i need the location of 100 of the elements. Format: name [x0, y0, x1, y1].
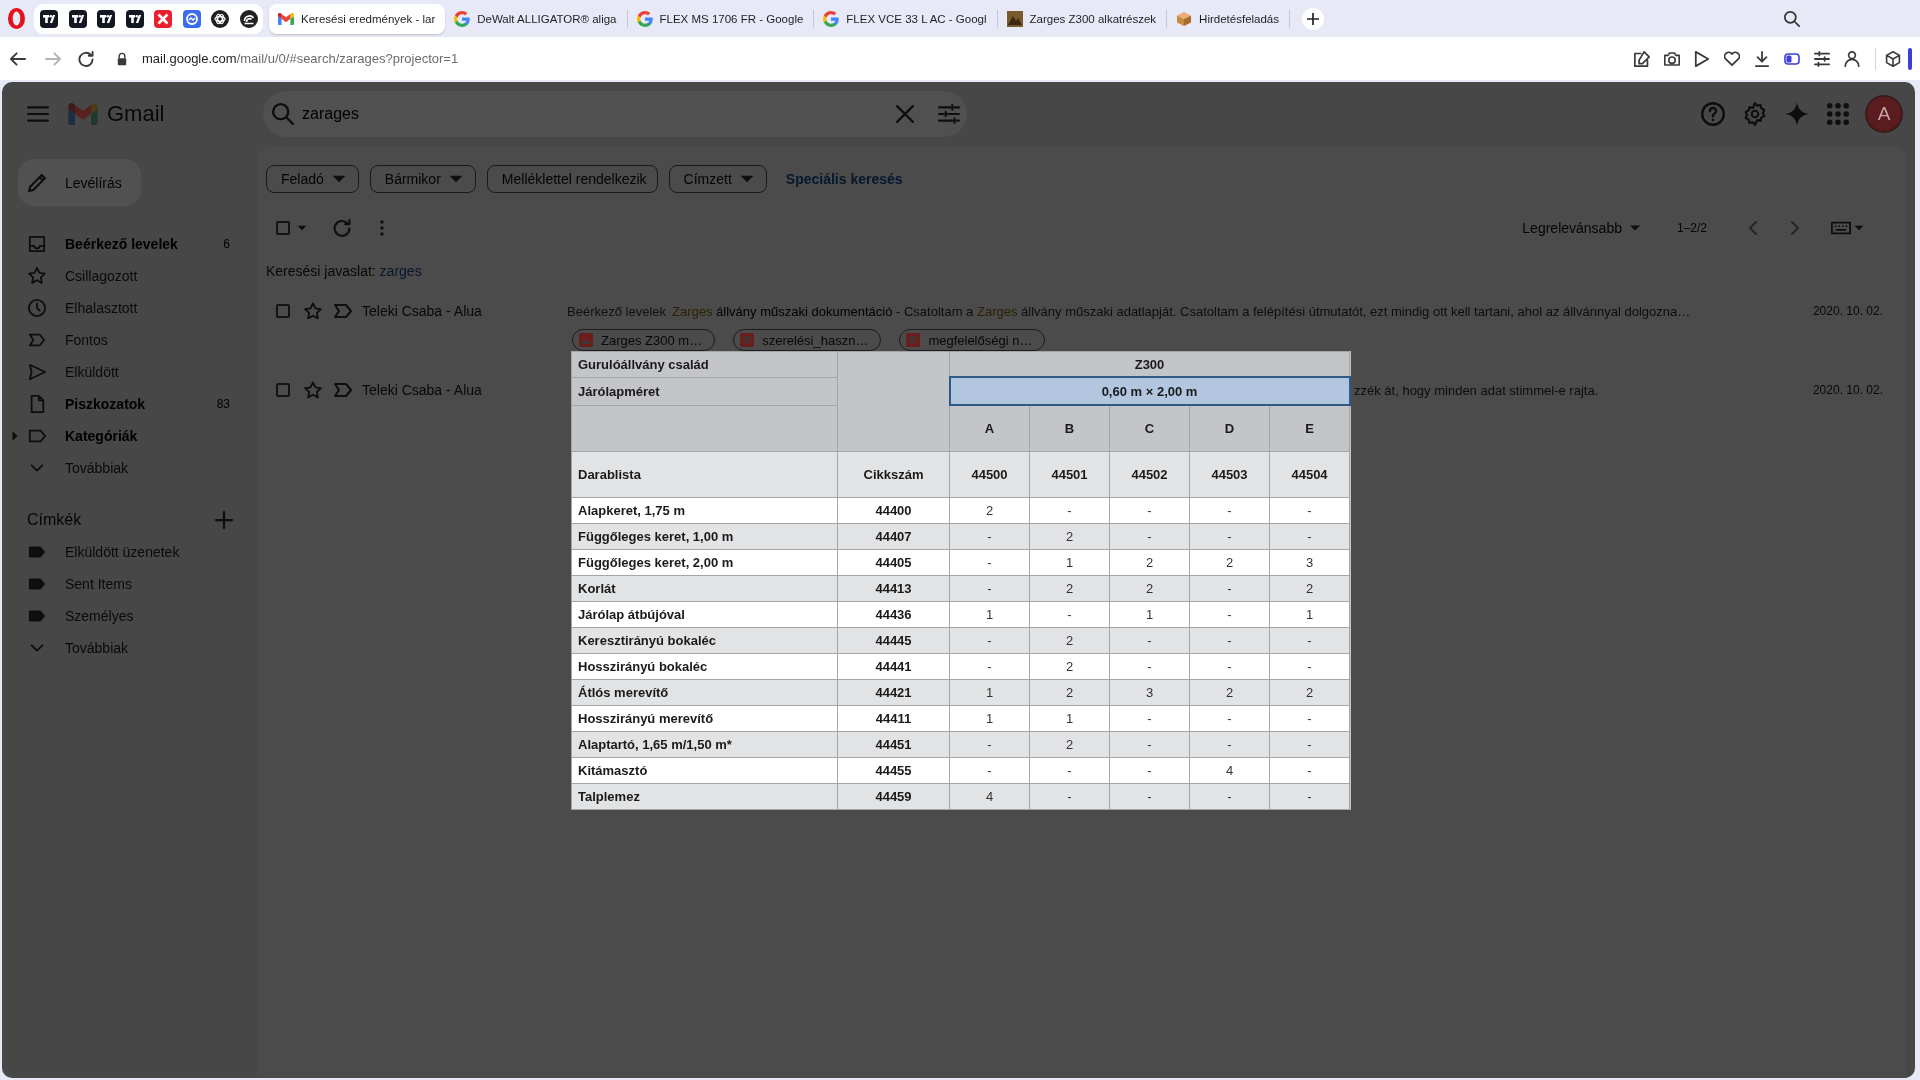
nav-item[interactable]: Elküldött — [2, 356, 242, 388]
table-cell: - — [1189, 497, 1270, 524]
back-icon[interactable] — [10, 50, 26, 67]
filter-chip[interactable]: Címzett — [668, 165, 767, 193]
square-logo-icon[interactable] — [97, 9, 115, 28]
browser-tab[interactable]: FLEX MS 1706 FR - Google — [627, 9, 815, 28]
column-header: 44503 — [1189, 451, 1270, 498]
nav-item[interactable]: Csillagozott — [2, 260, 242, 292]
label-item[interactable]: Elküldött üzenetek — [2, 536, 242, 568]
table-cell: - — [1109, 627, 1190, 654]
arc-logo-icon[interactable] — [239, 9, 258, 28]
battery-icon[interactable] — [1784, 50, 1800, 67]
email-sender: Teleki Csaba - Alua — [362, 382, 483, 398]
table-cell: - — [1189, 731, 1270, 758]
arrow-label-icon[interactable] — [334, 302, 352, 320]
close-icon[interactable] — [896, 105, 914, 123]
sort-dropdown[interactable]: Legrelevánsabb — [1522, 220, 1642, 236]
label-icon — [28, 427, 46, 445]
sparkle-icon[interactable] — [1785, 102, 1809, 126]
menu-icon[interactable] — [27, 103, 49, 125]
part-number: 44407 — [837, 523, 950, 550]
checkbox[interactable] — [276, 383, 290, 397]
nav-item[interactable]: Kategóriák — [2, 420, 242, 452]
row-header: Hosszirányú merevítő — [571, 705, 838, 732]
star-icon[interactable] — [304, 381, 322, 399]
filter-chip[interactable]: Melléklettel rendelkezik — [486, 165, 658, 193]
forward-icon[interactable] — [45, 50, 61, 67]
arrow-label-icon — [28, 331, 46, 349]
checkbox[interactable] — [276, 304, 290, 318]
send-icon — [28, 363, 46, 381]
arrow-label-icon[interactable] — [334, 381, 352, 399]
download-icon[interactable] — [1754, 50, 1770, 67]
star-icon[interactable] — [304, 302, 322, 320]
nav-item[interactable]: Piszkozatok 83 — [2, 388, 242, 420]
table-cell: 2 — [1109, 549, 1190, 576]
address-field[interactable]: mail.google.com/mail/u/0/#search/zarages?projector=1 — [142, 51, 459, 66]
help-icon[interactable] — [1701, 102, 1725, 126]
label-item[interactable]: Továbbiak — [2, 632, 242, 664]
heart-icon[interactable] — [1724, 50, 1740, 67]
square-logo-icon[interactable] — [125, 9, 144, 28]
image-file-icon — [579, 333, 593, 347]
play-icon[interactable] — [1694, 50, 1710, 67]
edit-icon[interactable] — [1634, 50, 1650, 67]
google-logo-icon — [454, 10, 471, 27]
person-icon[interactable] — [1844, 50, 1860, 67]
filter-chip[interactable]: Bármikor — [369, 165, 476, 193]
table-cell: 4 — [1189, 757, 1270, 784]
browser-tab[interactable]: FLEX VCE 33 L AC - Googl — [814, 9, 998, 28]
table-cell: - — [1189, 601, 1270, 628]
row-header: Talplemez — [571, 783, 838, 810]
nav-item[interactable]: Beérkező levelek 6 — [2, 228, 242, 260]
knot-logo-icon[interactable] — [211, 9, 229, 28]
square-logo-icon[interactable] — [40, 9, 58, 28]
browser-tab[interactable]: Zarges Z300 alkatrészek — [997, 9, 1168, 28]
lock-icon — [115, 51, 129, 66]
table-cell: 3 — [1109, 679, 1190, 706]
table-cell: - — [1189, 653, 1270, 680]
nav-item[interactable]: Továbbiak — [2, 452, 242, 484]
table-cell: 1 — [1269, 601, 1350, 628]
reload-icon[interactable] — [78, 50, 94, 67]
expand-caret-icon[interactable] — [12, 431, 18, 441]
vertical-bar-icon[interactable] — [1908, 47, 1912, 70]
filter-icon[interactable] — [938, 103, 960, 125]
square-logo-icon[interactable] — [68, 9, 87, 28]
cross-logo-icon[interactable] — [154, 9, 172, 28]
plus-icon[interactable] — [215, 511, 233, 529]
table-cell: - — [1109, 757, 1190, 784]
apps-icon[interactable] — [1827, 103, 1849, 125]
table-cell: - — [1269, 627, 1350, 654]
row-header: Hosszirányú bokaléc — [571, 653, 838, 680]
settings-icon[interactable] — [1743, 102, 1767, 126]
label-item[interactable]: Személyes — [2, 600, 242, 632]
compose-button[interactable]: Levélírás — [18, 159, 141, 206]
page-range: 1–2/2 — [1676, 221, 1707, 235]
column-header: D — [1189, 405, 1270, 452]
table-cell: - — [949, 523, 1030, 550]
camera-icon[interactable] — [1664, 50, 1680, 67]
nav-item[interactable]: Elhalasztott — [2, 292, 242, 324]
opera-logo-icon[interactable] — [8, 8, 25, 29]
advanced-search-link[interactable]: Speciális keresés — [785, 171, 903, 187]
table-cell: 2 — [1109, 575, 1190, 602]
cube-icon[interactable] — [1885, 50, 1901, 67]
filter-chip[interactable]: Feladó — [266, 165, 359, 193]
search-icon[interactable] — [1784, 10, 1800, 27]
suggestion-link[interactable]: zarges — [379, 263, 422, 279]
row-header: Alapkeret, 1,75 m — [571, 497, 838, 524]
avatar[interactable]: A — [1867, 97, 1901, 131]
google-logo-icon — [823, 10, 840, 27]
nav-item[interactable]: Fontos — [2, 324, 242, 356]
table-cell: - — [1029, 783, 1110, 810]
search-field[interactable]: zarages — [263, 91, 967, 137]
select-all-checkbox[interactable] — [276, 221, 290, 235]
refresh-icon[interactable] — [333, 219, 351, 237]
browser-tab[interactable]: DeWalt ALLIGATOR® aliga — [445, 9, 628, 28]
browser-tab[interactable]: Keresési eredmények - lar — [269, 3, 446, 34]
new-tab-button[interactable] — [1302, 7, 1324, 30]
sliders-icon[interactable] — [1814, 50, 1830, 67]
chat-logo-icon[interactable] — [182, 9, 201, 28]
browser-tab[interactable]: Hirdetésfeladás — [1167, 9, 1290, 28]
label-item[interactable]: Sent Items — [2, 568, 242, 600]
